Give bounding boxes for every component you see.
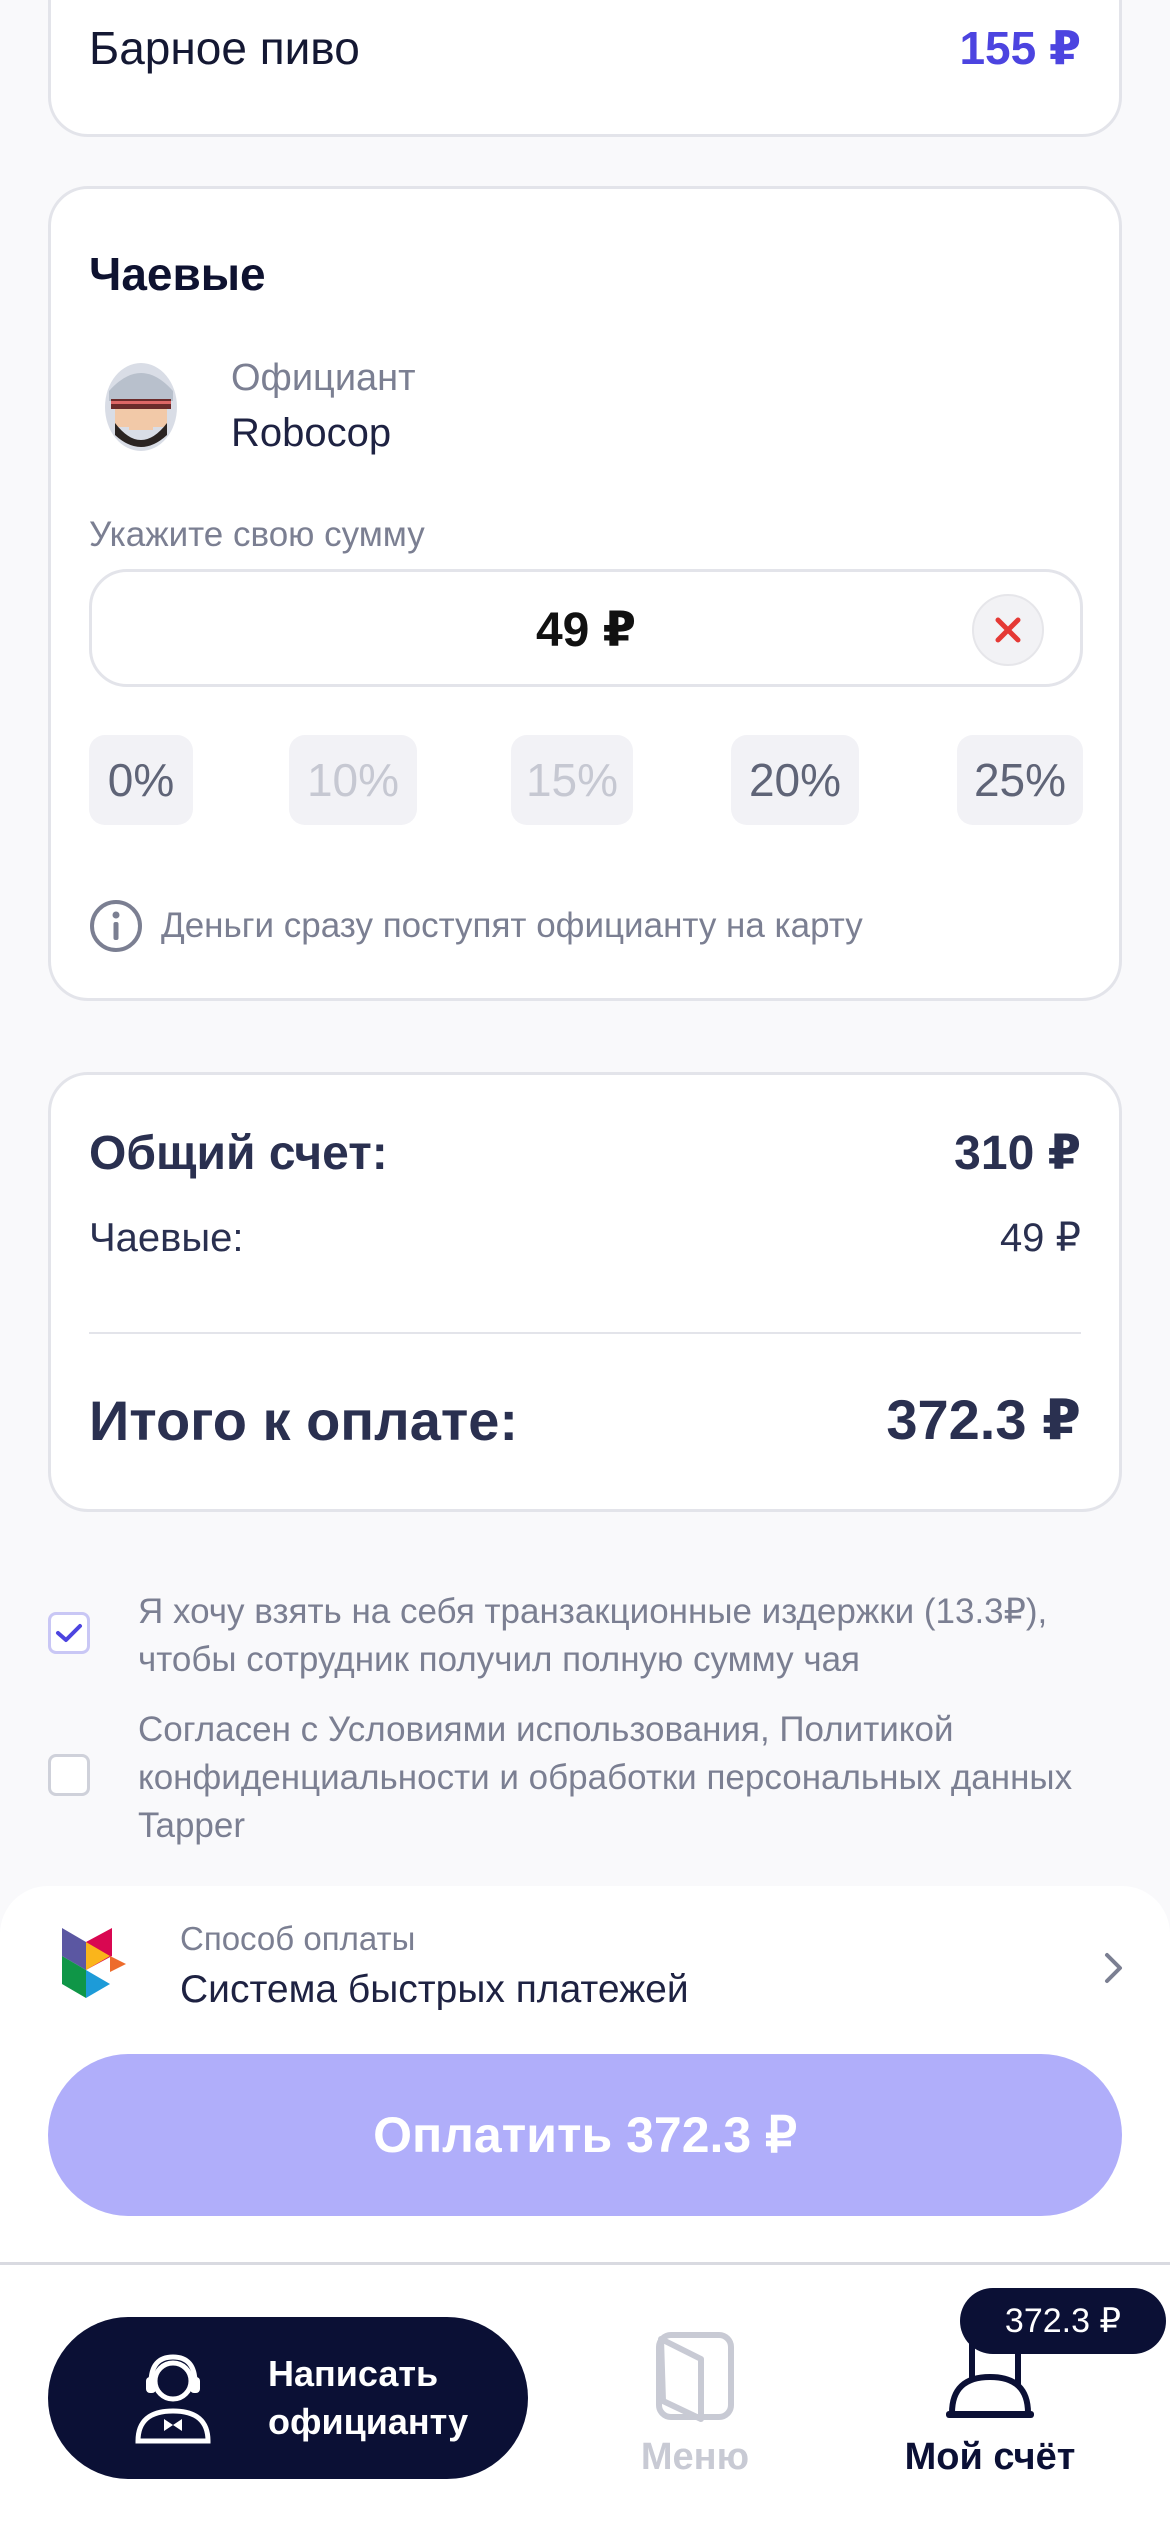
terms-text: Согласен с Условиями использования, Поли… [138,1710,1073,1845]
tips-card: Чаевые Официант Robocop Укажите свою сум… [48,186,1122,1001]
tip-info-row: Деньги сразу поступят официанту на карту [89,899,863,953]
nav-my-bill-label: Мой счёт [904,2436,1076,2478]
bill-summary-card: Общий счет: 310 ₽ Чаевые: 49 ₽ Итого к о… [48,1072,1122,1512]
close-icon [995,617,1021,643]
pay-button[interactable]: Оплатить 372.3 ₽ [48,2054,1122,2216]
terms-checkbox[interactable] [48,1754,90,1796]
checkmark-icon [56,1624,82,1642]
grand-total-value: 372.3 ₽ [886,1388,1081,1451]
tip-percent-15[interactable]: 15% [511,735,633,825]
bill-amount-badge: 372.3 ₽ [960,2288,1166,2354]
order-item-name: Барное пиво [89,22,360,74]
payment-screen: Барное пиво 155 ₽ Чаевые Официант Roboco… [0,0,1170,2532]
grand-total-row: Итого к оплате: 372.3 ₽ [89,1387,1081,1453]
clear-tip-button[interactable] [972,594,1044,666]
tip-percent-20[interactable]: 20% [731,735,859,825]
order-item-row: Барное пиво 155 ₽ [89,21,1081,75]
tip-percent-25[interactable]: 25% [957,735,1083,825]
bill-tips-row: Чаевые: 49 ₽ [89,1215,1081,1261]
waiter-headset-icon [135,2354,211,2444]
summary-divider [89,1332,1081,1334]
transaction-fees-option: Я хочу взять на себя транзакционные изде… [48,1588,1130,1684]
tip-amount-value: 49 ₽ [535,604,637,657]
tip-percent-10[interactable]: 10% [289,735,417,825]
order-item-card: Барное пиво 155 ₽ [48,0,1122,137]
bill-tips-label: Чаевые: [89,1215,244,1260]
write-waiter-label: Написать официанту [268,2353,469,2442]
bill-total-value: 310 ₽ [954,1127,1081,1180]
payment-method-selector[interactable]: Способ оплаты Система быстрых платежей [56,1920,1126,2020]
info-icon [90,900,142,952]
write-waiter-button[interactable]: Написать официанту [48,2317,528,2479]
menu-book-icon [656,2332,734,2422]
nav-menu-label: Меню [640,2436,750,2478]
payment-method-name: Система быстрых платежей [180,1968,689,2011]
chevron-right-icon [1105,1953,1122,1983]
terms-option: Согласен с Условиями использования, Поли… [48,1706,1130,1850]
waiter-avatar [105,363,177,451]
bill-tips-value: 49 ₽ [999,1216,1081,1260]
transaction-fees-checkbox[interactable] [48,1612,90,1654]
bill-total-label: Общий счет: [89,1126,388,1180]
tip-amount-label: Укажите свою сумму [89,515,425,554]
payment-method-label: Способ оплаты [180,1920,416,1957]
tips-title: Чаевые [89,248,266,300]
tip-percent-options: 0% 10% 15% 20% 25% [89,735,1089,825]
payment-panel: Способ оплаты Система быстрых платежей О… [0,1886,1170,2262]
tip-info-text: Деньги сразу поступят официанту на карту [161,906,863,945]
waiter-role: Официант [231,357,416,399]
sbp-logo-icon [62,1928,126,1998]
transaction-fees-text: Я хочу взять на себя транзакционные изде… [138,1592,1048,1679]
waiter-name: Robocop [231,411,392,455]
order-item-price: 155 ₽ [959,22,1081,74]
tip-percent-0[interactable]: 0% [89,735,193,825]
bill-total-row: Общий счет: 310 ₽ [89,1125,1081,1181]
grand-total-label: Итого к оплате: [89,1388,519,1452]
tip-amount-input[interactable]: 49 ₽ [89,569,1083,687]
nav-menu[interactable]: Меню [620,2331,770,2479]
